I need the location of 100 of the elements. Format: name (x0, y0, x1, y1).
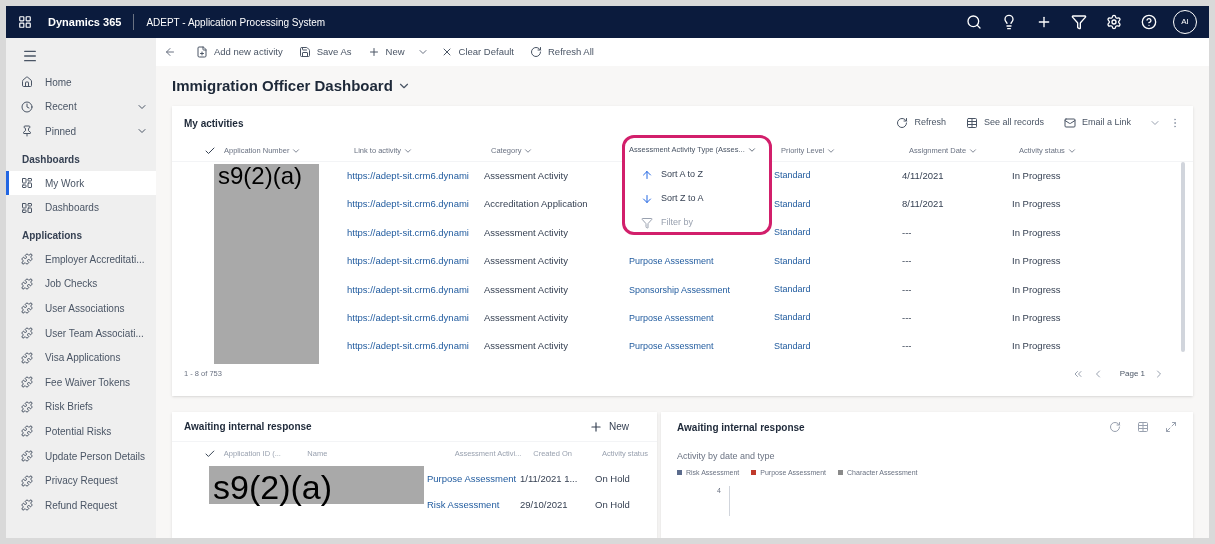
chart-axis (728, 486, 730, 516)
search-icon[interactable] (966, 14, 982, 30)
priority-link[interactable]: Standard (774, 311, 902, 325)
card-action-button[interactable]: See all records (955, 116, 1054, 130)
sidebar-item[interactable]: Home (6, 70, 156, 95)
nav-icon (21, 125, 33, 138)
plus-icon[interactable] (1036, 14, 1052, 30)
action-icon (965, 117, 978, 129)
activity-link[interactable]: https://adept-sit.crm6.dynami (347, 254, 484, 269)
table-cell-text: Assessment Activity (484, 311, 569, 325)
refresh-icon[interactable] (1109, 421, 1121, 433)
sidebar-item[interactable]: My Work (6, 170, 156, 196)
assessment-link[interactable]: Risk Assessment (427, 497, 520, 513)
menu-item-icon (641, 217, 653, 229)
sidebar-item[interactable]: Dashboards (6, 195, 156, 220)
sidebar-item[interactable]: Pinned (6, 119, 156, 144)
table-cell-text: --- (902, 254, 913, 269)
lightbulb-icon[interactable] (1001, 14, 1017, 30)
table-cell-text: Accreditation Application (484, 197, 589, 212)
activity-link[interactable]: https://adept-sit.crm6.dynami (347, 169, 484, 184)
expand-icon[interactable] (1165, 421, 1177, 433)
table-cell-text: In Progress (1012, 169, 1062, 184)
nav-icon (21, 450, 33, 462)
assessment-link[interactable]: Purpose Assessment (427, 471, 520, 487)
table-cell-text: --- (902, 225, 913, 240)
command-button[interactable]: Save As (290, 44, 360, 60)
new-button[interactable]: New (589, 419, 629, 434)
settings-icon[interactable] (1106, 14, 1122, 30)
sidebar-item[interactable]: Refund Request (6, 492, 156, 518)
priority-link[interactable]: Standard (774, 254, 902, 269)
table-cell-text: 4/11/2021 (902, 169, 945, 184)
card-action-button[interactable]: Email a Link (1053, 116, 1141, 130)
sidebar-item[interactable]: Risk Briefs (6, 394, 156, 420)
priority-link[interactable]: Standard (774, 226, 902, 240)
nav-icon (21, 327, 33, 340)
assessment-type-link[interactable]: Purpose Assessment (629, 256, 714, 267)
sidebar-item[interactable]: Update Person Details (6, 443, 156, 469)
assessment-type-link[interactable]: Sponsorship Assessment (629, 284, 731, 295)
table-cell-text: In Progress (1012, 254, 1062, 269)
nav-icon (21, 177, 33, 190)
table-cell-text: Assessment Activity (484, 339, 569, 354)
chart-title: Activity by date and type (677, 450, 776, 463)
sidebar-item[interactable]: Employer Accreditati... (6, 246, 156, 272)
command-button[interactable]: Refresh All (522, 44, 602, 60)
sidebar-item[interactable]: Recent (6, 94, 156, 120)
table-cell-text: 1/11/2021 1... (520, 471, 579, 486)
assessment-type-link[interactable]: Purpose Assessment (629, 341, 714, 352)
sidebar-item[interactable]: User Associations (6, 296, 156, 321)
table-cell-text: In Progress (1012, 282, 1062, 297)
table-icon[interactable] (1137, 421, 1149, 433)
action-icon (896, 117, 909, 129)
nav-icon (21, 76, 33, 89)
menu-icon[interactable] (22, 48, 38, 64)
app-title: ADEPT - Application Processing System (146, 15, 327, 30)
activity-link[interactable]: https://adept-sit.crm6.dynami (347, 197, 484, 212)
command-button[interactable]: New (359, 44, 413, 60)
activity-link[interactable]: https://adept-sit.crm6.dynami (347, 282, 484, 297)
table-cell-text: --- (902, 339, 913, 354)
nav-icon (21, 400, 33, 413)
table-cell-text: 29/10/2021 (520, 497, 569, 512)
nav-icon (21, 351, 33, 364)
menu-item[interactable]: Sort A to Z (625, 163, 769, 187)
sidebar-item[interactable]: Job Checks (6, 271, 156, 297)
table-cell-text: --- (902, 311, 913, 325)
table-cell-text: Assessment Activity (484, 254, 569, 269)
app-launcher-icon[interactable] (18, 15, 32, 29)
menu-item[interactable]: Sort Z to A (625, 187, 769, 211)
priority-link[interactable]: Standard (774, 197, 902, 212)
priority-link[interactable]: Standard (774, 283, 902, 297)
menu-item-icon (641, 169, 653, 181)
priority-link[interactable]: Standard (774, 339, 902, 354)
table-cell-text: On Hold (595, 497, 630, 512)
table-cell-text: Assessment Activity (484, 169, 569, 184)
action-icon (1063, 117, 1076, 129)
sidebar-item[interactable]: Visa Applications (6, 345, 156, 370)
help-icon[interactable] (1141, 14, 1157, 30)
back-icon[interactable] (164, 46, 176, 58)
nav-icon (21, 302, 33, 315)
sidebar-item[interactable]: Fee Waiver Tokens (6, 369, 156, 395)
activity-link[interactable]: https://adept-sit.crm6.dynami (347, 339, 484, 354)
select-all-icon[interactable] (204, 448, 216, 460)
activity-link[interactable]: https://adept-sit.crm6.dynami (347, 311, 484, 326)
card-action-button[interactable]: Refresh (886, 116, 956, 130)
nav-icon (21, 425, 33, 438)
activity-link[interactable]: https://adept-sit.crm6.dynami (347, 225, 484, 241)
filter-icon[interactable] (1071, 14, 1087, 30)
card-title: Awaiting internal response (184, 420, 313, 434)
assessment-type-link[interactable]: Purpose Assessment (629, 312, 714, 323)
sidebar-item[interactable]: Potential Risks (6, 419, 156, 444)
product-name: Dynamics 365 (48, 14, 122, 30)
table-cell-text: In Progress (1012, 339, 1062, 354)
command-button[interactable]: Clear Default (432, 44, 522, 60)
dashboard-title[interactable]: Immigration Officer Dashboard (172, 74, 393, 98)
nav-icon (21, 376, 33, 389)
sidebar-item[interactable]: User Team Associati... (6, 320, 156, 346)
command-icon (530, 46, 542, 58)
sidebar-item[interactable]: Privacy Request (6, 468, 156, 493)
sidebar-heading: Applications (21, 228, 83, 243)
command-button[interactable]: Add new activity (188, 44, 291, 60)
priority-link[interactable]: Standard (774, 169, 902, 183)
